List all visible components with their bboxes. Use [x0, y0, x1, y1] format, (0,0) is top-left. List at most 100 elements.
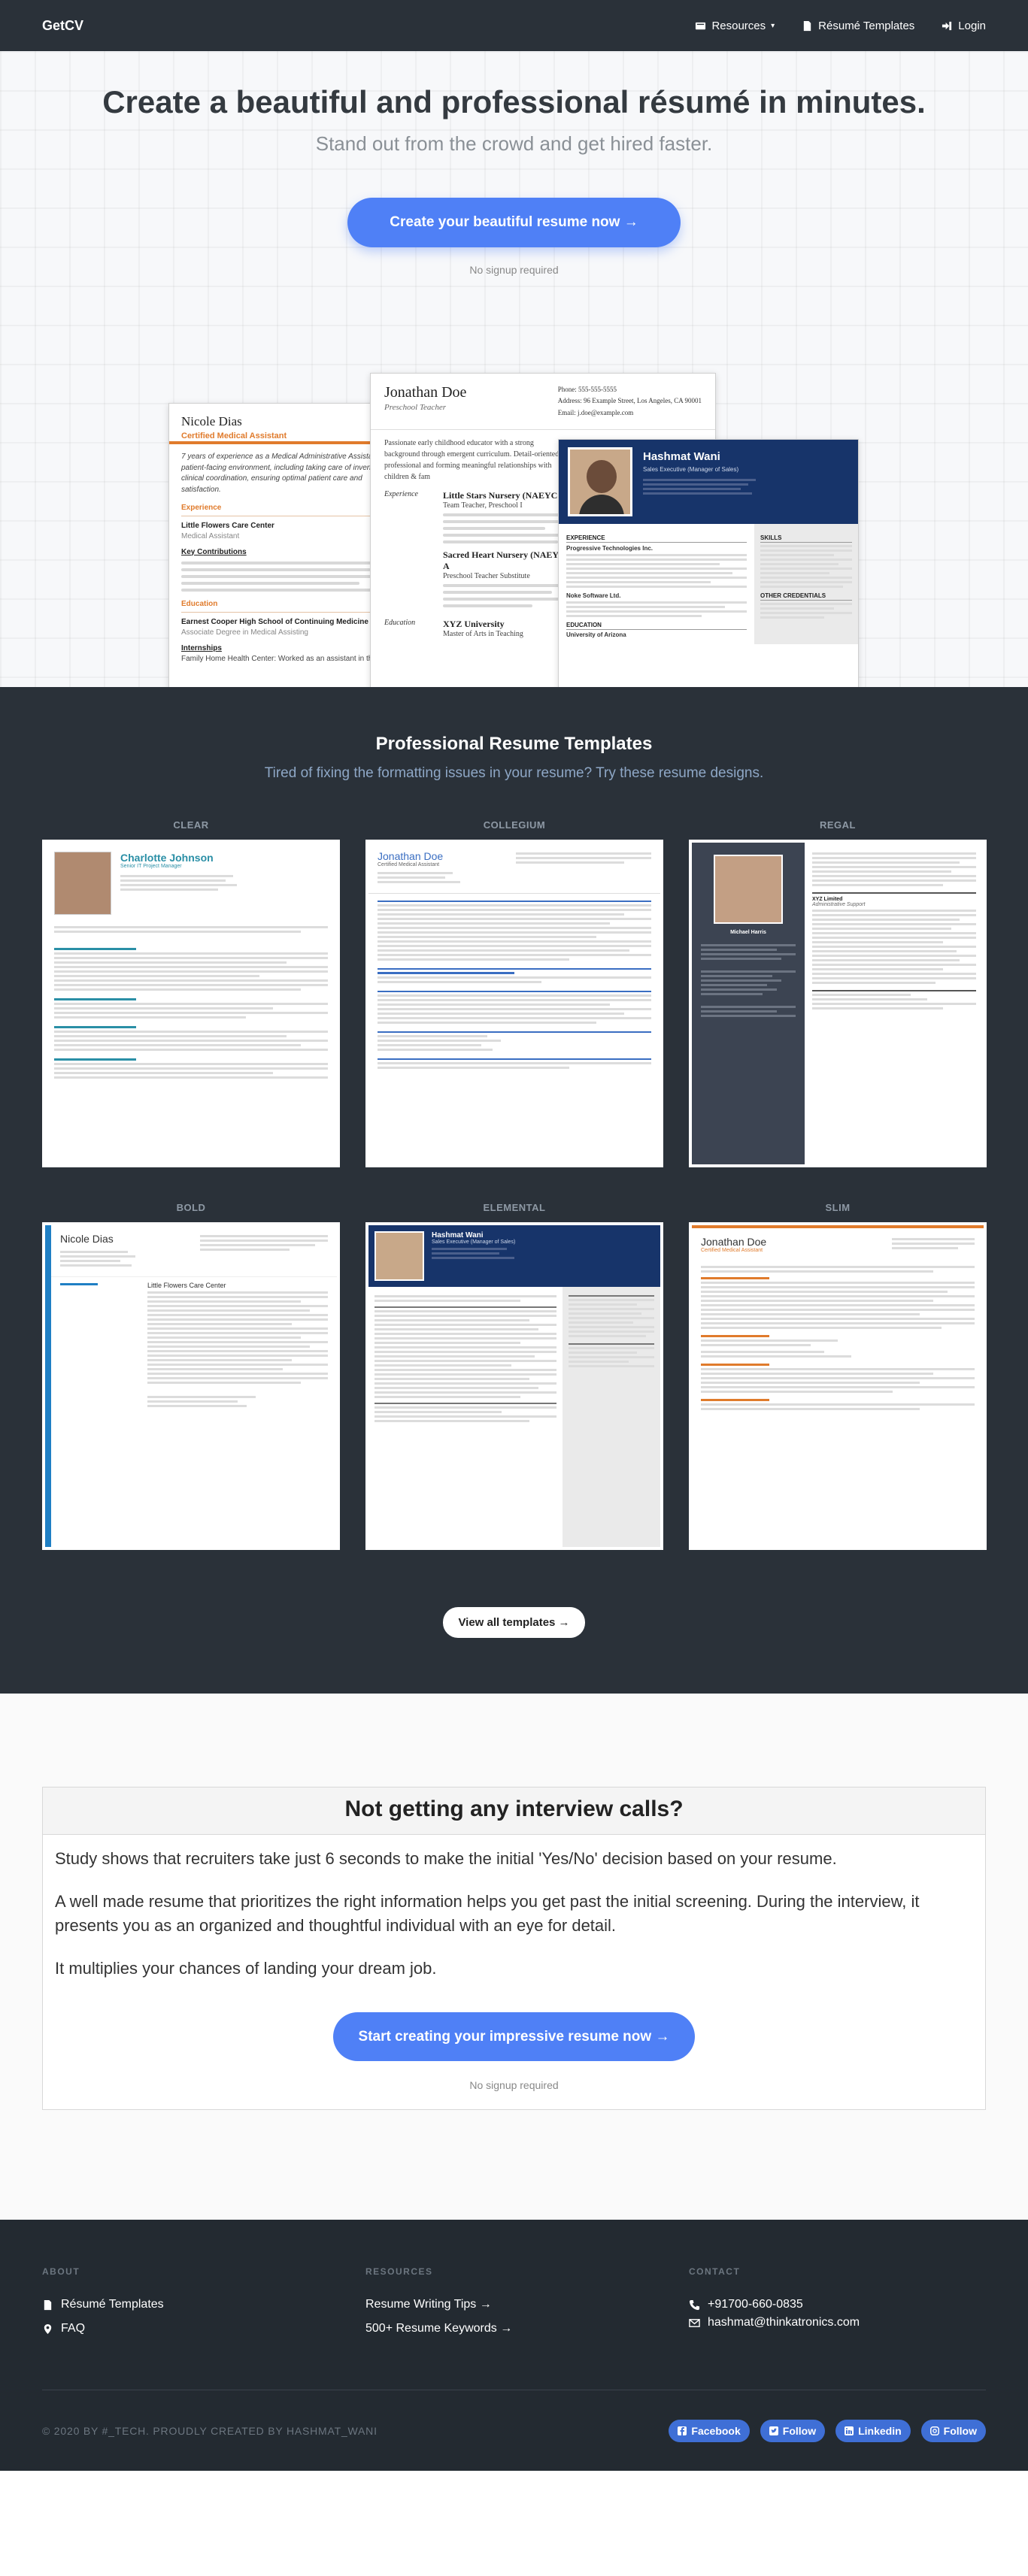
resume-templates-label: Résumé Templates	[818, 19, 915, 32]
preview-skills: SKILLS	[760, 534, 852, 543]
social-links: Facebook Follow Linkedin Follow	[669, 2419, 986, 2442]
templates-title: Professional Resume Templates	[375, 734, 653, 754]
preview-email: Email: j.doe@example.com	[557, 408, 634, 416]
preview-role: Preschool Teacher	[384, 403, 446, 412]
footer-faq-link[interactable]: FAQ	[42, 2322, 365, 2335]
footer-about: ABOUT Résumé Templates FAQ	[42, 2266, 365, 2346]
resume-templates-link[interactable]: Résumé Templates	[802, 20, 914, 32]
template-card-elemental[interactable]: Hashmat Wani Sales Executive (Manager of…	[365, 1222, 663, 1550]
preview-degree: Master of Arts in Teaching	[443, 629, 523, 638]
brand-logo[interactable]: GetCV	[42, 18, 83, 34]
template-collegium: COLLEGIUM Jonathan Doe Certified Medical…	[365, 819, 663, 1167]
footer-email[interactable]: hashmat@thinkatronics.com	[689, 2316, 986, 2329]
no-signup-note: No signup required	[469, 2079, 559, 2092]
preview-job2-role: Preschool Teacher Substitute	[443, 571, 530, 580]
preview-summary: Passionate early childhood educator with…	[384, 438, 559, 481]
preview-education-label: Education	[384, 618, 416, 627]
footer-keywords-link[interactable]: 500+ Resume Keywords →	[365, 2322, 689, 2335]
template-role: Little Flowers Care Center	[147, 1282, 226, 1289]
template-role: Administrative Support	[812, 902, 866, 907]
profile-photo	[54, 852, 111, 915]
phone-icon	[689, 2299, 700, 2310]
linkedin-icon	[845, 2426, 854, 2435]
preview-address: Address: 96 Example Street, Los Angeles,…	[557, 397, 702, 405]
facebook-button[interactable]: Facebook	[669, 2419, 750, 2442]
template-slim: SLIM Jonathan Doe Certified Medical Assi…	[689, 1202, 987, 1550]
template-card-slim[interactable]: Jonathan Doe Certified Medical Assistant	[689, 1222, 987, 1550]
footer-writing-tips-link[interactable]: Resume Writing Tips →	[365, 2298, 689, 2311]
view-all-templates-button[interactable]: View all templates →	[443, 1607, 585, 1638]
template-name: Charlotte Johnson	[120, 852, 214, 864]
hero-section: Create a beautiful and professional résu…	[0, 51, 1028, 687]
template-role: Certified Medical Assistant	[701, 1248, 763, 1253]
footer-phone[interactable]: +91700-660-0835	[689, 2298, 986, 2311]
template-bold: BOLD Nicole Dias Little Flowers Care Cen…	[42, 1202, 340, 1550]
template-card-collegium[interactable]: Jonathan Doe Certified Medical Assistant	[365, 840, 663, 1167]
footer-resources: RESOURCES Resume Writing Tips → 500+ Res…	[365, 2266, 689, 2346]
template-card-bold[interactable]: Nicole Dias Little Flowers Care Center	[42, 1222, 340, 1550]
templates-section: Professional Resume Templates Tired of f…	[0, 687, 1028, 1694]
facebook-icon	[678, 2426, 687, 2435]
instagram-button[interactable]: Follow	[920, 2419, 986, 2442]
template-card-clear[interactable]: Charlotte Johnson Senior IT Project Mana…	[42, 840, 340, 1167]
templates-grid: CLEAR Charlotte Johnson Senior IT Projec…	[42, 819, 987, 1550]
preview-job2: Sacred Heart Nursery (NAEYC A	[443, 549, 566, 571]
profile-photo	[714, 855, 783, 924]
template-role: Sales Executive (Manager of Sales)	[432, 1240, 516, 1245]
preview-experience-label: Experience	[384, 489, 418, 498]
template-role: Certified Medical Assistant	[378, 862, 440, 867]
linkedin-label: Linkedin	[858, 2424, 902, 2437]
callout-paragraph-2: A well made resume that prioritizes the …	[55, 1891, 920, 1935]
footer-contact: CONTACT +91700-660-0835 hashmat@thinkatr…	[689, 2266, 986, 2346]
template-name: Jonathan Doe	[378, 850, 444, 862]
preview-school: XYZ University	[443, 618, 505, 629]
template-label: SLIM	[825, 1202, 851, 1213]
login-link[interactable]: Login	[942, 20, 986, 32]
start-creating-button[interactable]: Start creating your impressive resume no…	[332, 2011, 696, 2062]
callout-card: Not getting any interview calls? Study s…	[42, 1787, 986, 2111]
preview-school: University of Arizona	[566, 631, 626, 638]
create-resume-button[interactable]: Create your beautiful resume now →	[347, 198, 681, 247]
footer-contact-heading: CONTACT	[689, 2266, 741, 2278]
nav-links: Resources ▾ Résumé Templates Login	[695, 20, 986, 32]
templates-subtitle: Tired of fixing the formatting issues in…	[264, 765, 764, 781]
preview-job1-role: Team Teacher, Preschool I	[443, 501, 523, 510]
facebook-label: Facebook	[691, 2424, 741, 2437]
template-role: Senior IT Project Manager	[120, 864, 182, 869]
template-label: ELEMENTAL	[483, 1202, 546, 1213]
footer: ABOUT Résumé Templates FAQ RESOURCES Res…	[0, 2220, 1028, 2472]
template-card-regal[interactable]: Michael Harris XYZ Limited Administrativ…	[689, 840, 987, 1167]
template-label: REGAL	[820, 819, 856, 831]
footer-resources-heading: RESOURCES	[365, 2266, 433, 2278]
footer-faq-label: FAQ	[61, 2322, 86, 2335]
preview-company: Progressive Technologies Inc.	[566, 545, 653, 552]
footer-resume-templates-link[interactable]: Résumé Templates	[42, 2298, 365, 2311]
instagram-label: Follow	[943, 2424, 977, 2437]
template-name: Michael Harris	[730, 930, 766, 935]
no-signup-note: No signup required	[469, 264, 559, 276]
preview-experience: EXPERIENCE	[566, 534, 747, 543]
preview-company2: Noke Software Ltd.	[566, 592, 621, 599]
resume-preview-right: Hashmat Wani Sales Executive (Manager of…	[558, 439, 859, 687]
profile-photo	[375, 1231, 424, 1281]
interview-callout-section: Not getting any interview calls? Study s…	[0, 1694, 1028, 2220]
callout-title: Not getting any interview calls?	[43, 1787, 985, 1835]
template-label: BOLD	[176, 1202, 206, 1213]
twitter-label: Follow	[782, 2424, 817, 2437]
caret-down-icon: ▾	[771, 21, 775, 30]
linkedin-button[interactable]: Linkedin	[835, 2419, 911, 2442]
preview-job1: Little Stars Nursery (NAEYC A	[443, 489, 566, 501]
top-navbar: GetCV Resources ▾ Résumé Templates Login	[0, 0, 1028, 51]
footer-phone-label: +91700-660-0835	[708, 2298, 803, 2311]
preview-phone: Phone: 555-555-5555	[557, 386, 617, 393]
twitter-icon	[769, 2426, 778, 2435]
template-name: Hashmat Wani	[432, 1231, 484, 1240]
twitter-button[interactable]: Follow	[760, 2419, 826, 2442]
template-name: Nicole Dias	[60, 1233, 114, 1245]
footer-about-heading: ABOUT	[42, 2266, 80, 2278]
template-name: Jonathan Doe	[701, 1236, 767, 1248]
footer-resume-templates-label: Résumé Templates	[61, 2298, 164, 2311]
template-elemental: ELEMENTAL Hashmat Wani Sales Executive (…	[365, 1202, 663, 1550]
preview-name: Jonathan Doe	[384, 384, 467, 401]
resources-dropdown[interactable]: Resources ▾	[695, 20, 775, 32]
